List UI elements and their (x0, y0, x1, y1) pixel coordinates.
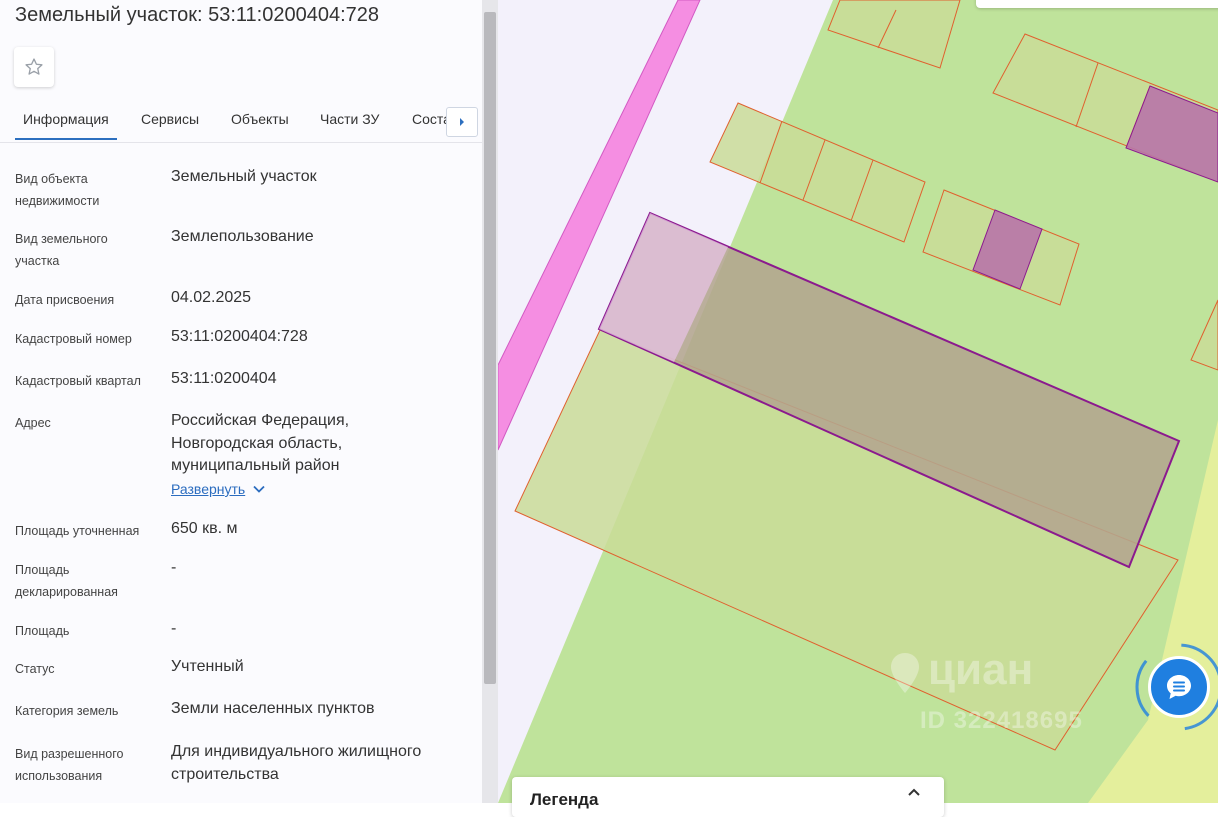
field-label-area: Площадь (15, 624, 70, 638)
chat-button[interactable] (1148, 656, 1210, 718)
info-panel: Земельный участок: 53:11:0200404:728 Инф… (0, 0, 498, 803)
tab-services[interactable]: Сервисы (141, 111, 199, 127)
field-label-cadastral-number: Кадастровый номер (15, 332, 132, 346)
field-value-permitted-use: Для индивидуального жилищного строительс… (171, 743, 422, 783)
page-title: Земельный участок: 53:11:0200404:728 (15, 4, 380, 26)
field-label-assign-date: Дата присвоения (15, 293, 115, 307)
chat-icon (1167, 675, 1191, 699)
field-value-land-category: Земли населенных пунктов (171, 700, 375, 717)
expand-label: Развернуть (171, 481, 246, 497)
map-search-box[interactable] (976, 0, 1218, 8)
legend-panel[interactable]: Легенда (512, 777, 944, 817)
location-pin-icon (891, 653, 919, 693)
field-value-assign-date: 04.02.2025 (171, 289, 252, 306)
field-value-area-specified: 650 кв. м (171, 520, 238, 537)
panel-scrollbar-thumb[interactable] (484, 12, 496, 684)
field-label-area-declared: Площадь декларированная (15, 563, 118, 599)
tabs-scroll-right-button[interactable] (446, 107, 478, 137)
watermark-brand: циан (928, 645, 1034, 694)
field-value-status: Учтенный (171, 658, 244, 675)
field-value-cadastral-quarter: 53:11:0200404 (171, 370, 277, 387)
active-tab-indicator (15, 138, 117, 140)
tab-bar: Информация Сервисы Объекты Части ЗУ Сост… (0, 100, 482, 143)
field-value-area: - (171, 620, 177, 637)
cian-watermark: циан ID 322418695 (888, 645, 1128, 740)
caret-right-icon (460, 118, 464, 126)
field-value-object-type: Земельный участок (171, 168, 317, 185)
tab-information[interactable]: Информация (23, 111, 109, 127)
favorite-button[interactable] (14, 47, 54, 87)
chevron-up-icon[interactable] (904, 783, 924, 803)
tab-parts[interactable]: Части ЗУ (320, 111, 379, 127)
field-label-area-specified: Площадь уточненная (15, 524, 140, 538)
chevron-down-icon (253, 485, 265, 493)
tab-objects[interactable]: Объекты (231, 111, 289, 127)
field-value-area-declared: - (171, 559, 177, 576)
field-label-land-category: Категория земель (15, 704, 119, 718)
field-label-land-type: Вид земельного участка (15, 232, 108, 268)
star-icon (25, 58, 43, 75)
field-label-object-type: Вид объекта недвижимости (15, 172, 100, 208)
field-value-land-type: Землепользование (171, 228, 314, 245)
legend-title: Легенда (530, 790, 599, 809)
field-value-address: Российская Федерация, Новгородская облас… (171, 412, 350, 474)
field-label-address: Адрес (15, 416, 51, 430)
field-value-cadastral-number: 53:11:0200404:728 (171, 328, 308, 345)
field-label-status: Статус (15, 662, 55, 676)
field-label-cadastral-quarter: Кадастровый квартал (15, 374, 141, 388)
expand-address-link[interactable]: Развернуть (171, 481, 265, 497)
field-label-permitted-use: Вид разрешенного использования (15, 747, 124, 783)
watermark-id: ID 322418695 (920, 707, 1083, 734)
